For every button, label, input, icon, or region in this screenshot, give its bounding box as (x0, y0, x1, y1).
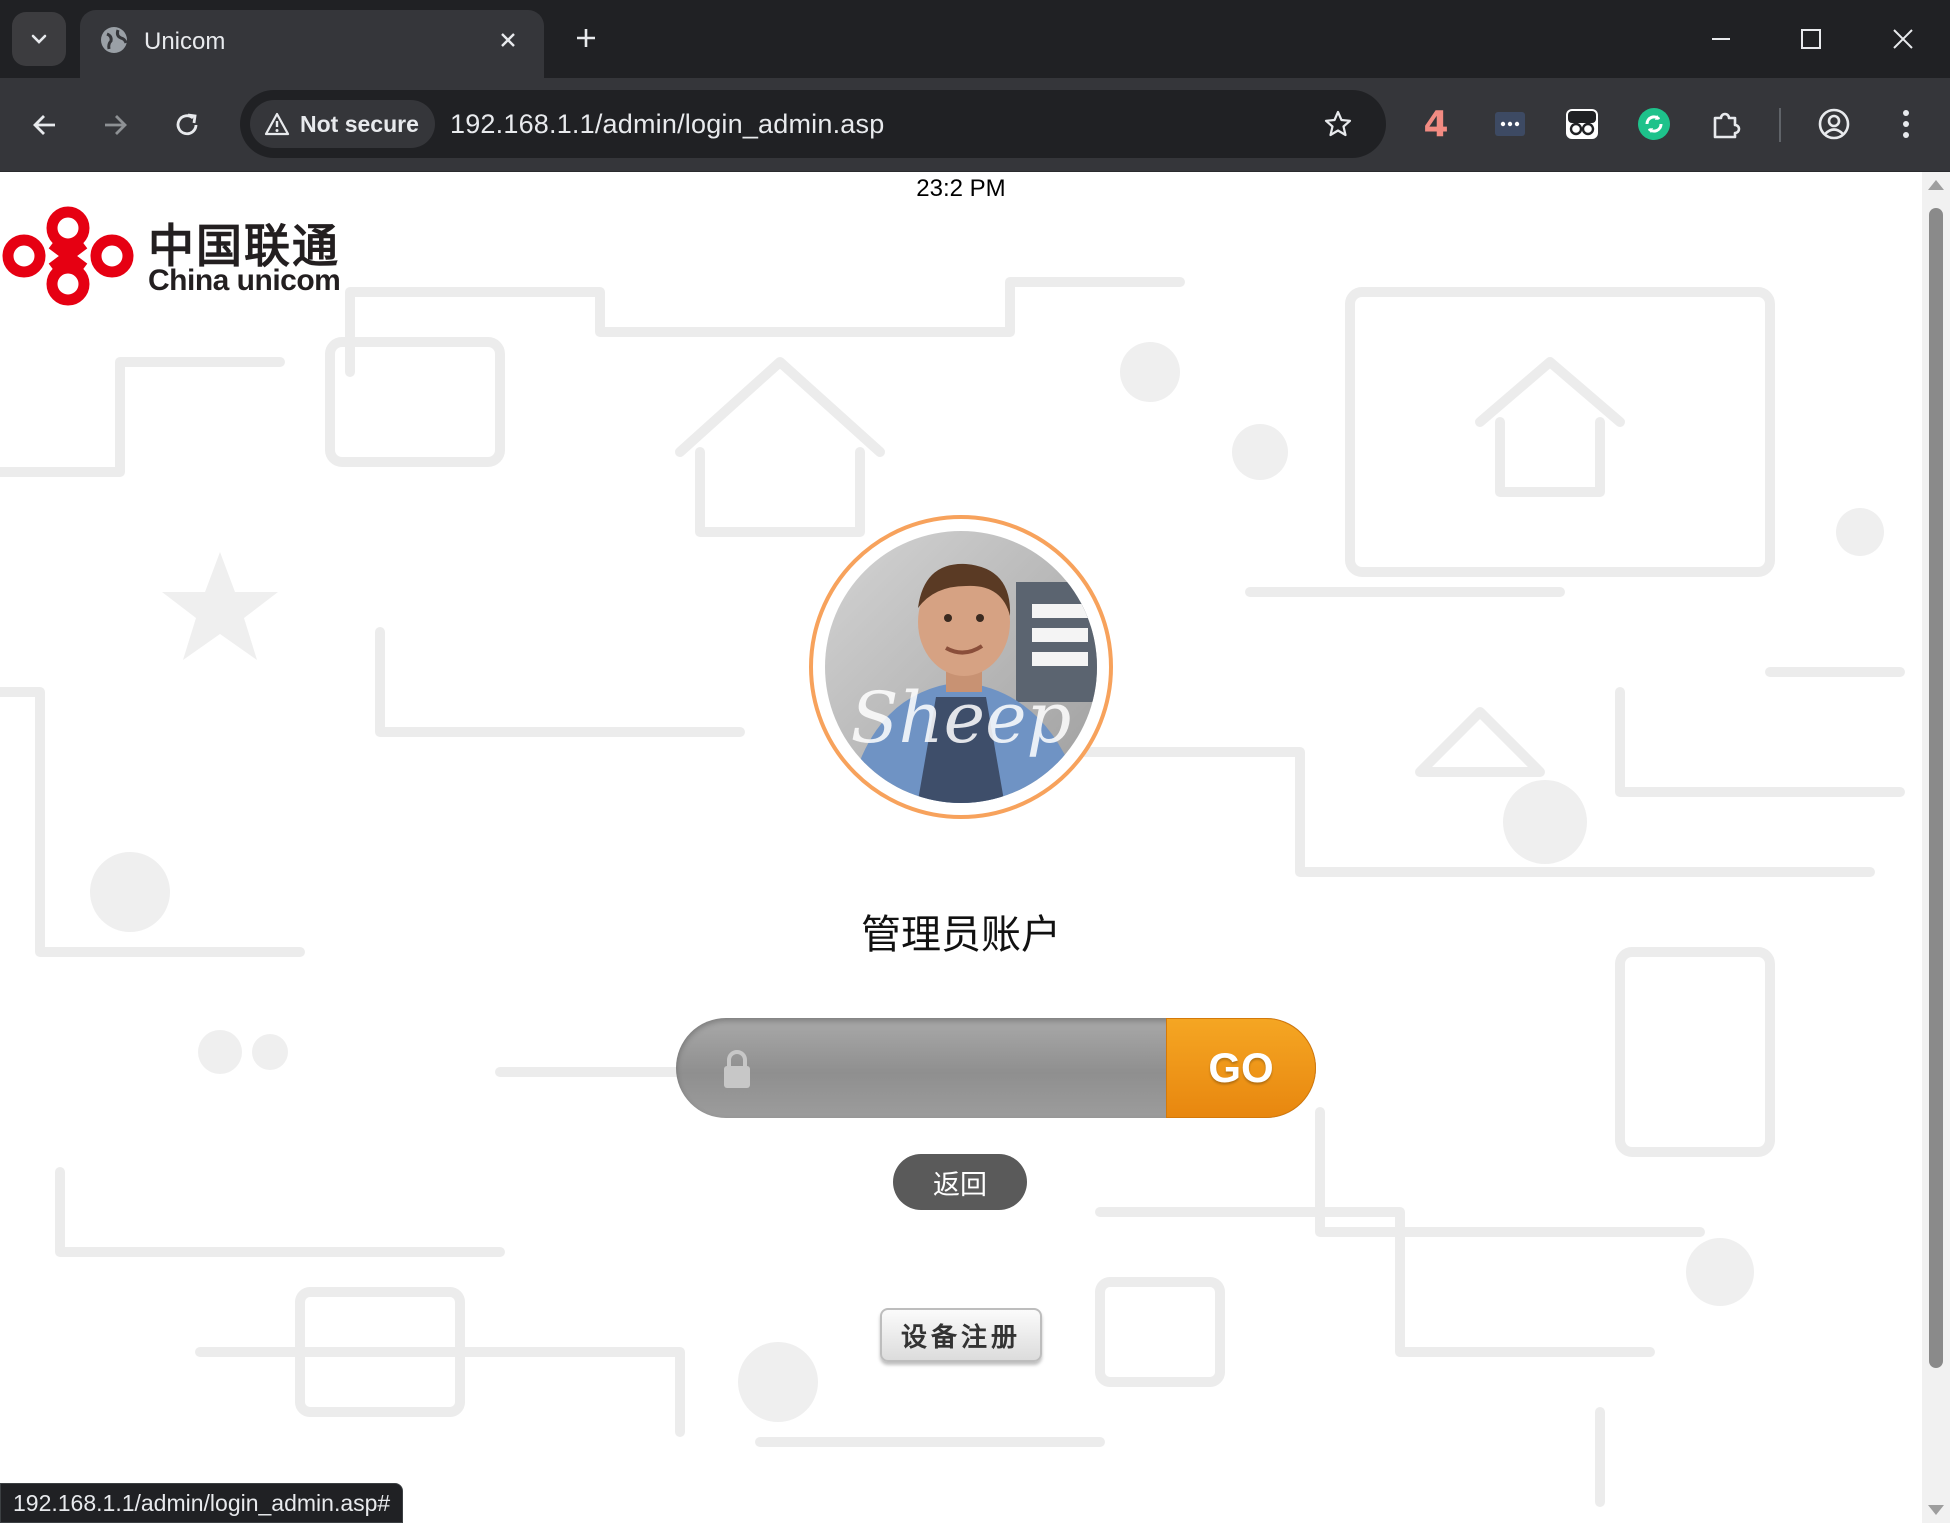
glasses-icon (1566, 109, 1598, 139)
security-label: Not secure (300, 110, 419, 137)
maximize-button[interactable] (1788, 16, 1834, 62)
password-input[interactable] (776, 1038, 1136, 1098)
active-tab[interactable]: Unicom (80, 10, 544, 78)
star-icon (1324, 110, 1352, 137)
go-button[interactable]: GO (1166, 1018, 1316, 1118)
logo-english-text: China unicom (148, 264, 341, 297)
reload-button[interactable] (164, 102, 210, 148)
arrow-right-icon (105, 115, 127, 135)
admin-avatar: Sheep (806, 512, 1116, 822)
link-status-bubble: 192.168.1.1/admin/login_admin.asp# (0, 1483, 404, 1523)
back-nav-button[interactable] (22, 102, 68, 148)
tab-title: Unicom (144, 28, 226, 55)
kebab-menu-icon (1903, 110, 1909, 138)
minimize-button[interactable] (1698, 16, 1744, 62)
new-tab-button[interactable] (566, 18, 606, 58)
tab-strip: Unicom (0, 0, 1950, 78)
scroll-up-arrow-icon[interactable] (1928, 180, 1944, 190)
maximize-icon (1801, 29, 1821, 49)
page-viewport: 23:2 PM 中国联通 China unicom Sheep 管理员账户 GO… (0, 172, 1922, 1523)
tab-close-button[interactable] (492, 24, 524, 56)
vertical-scrollbar[interactable] (1922, 172, 1950, 1523)
account-circle-icon (1818, 108, 1850, 140)
globe-icon (101, 27, 128, 53)
china-unicom-logo: 中国联通 China unicom (0, 204, 350, 314)
sync-icon (1638, 108, 1670, 140)
avatar-photo: Sheep (809, 515, 1113, 819)
security-indicator[interactable]: Not secure (250, 100, 435, 148)
browser-menu-button[interactable] (1882, 100, 1930, 148)
page-clock: 23:2 PM (916, 175, 1006, 202)
device-register-button[interactable]: 设备注册 (880, 1308, 1042, 1362)
avatar-watermark: Sheep (851, 677, 1072, 759)
profile-button[interactable] (1810, 100, 1858, 148)
scroll-thumb[interactable] (1929, 208, 1943, 1368)
extension-dots[interactable] (1486, 100, 1534, 148)
plus-icon (577, 29, 595, 47)
extensions-menu-button[interactable] (1702, 100, 1750, 148)
browser-toolbar: Not secure 192.168.1.1/admin/login_admin… (0, 78, 1950, 172)
reload-icon (176, 113, 198, 136)
ellipsis-box-icon (1495, 112, 1525, 136)
address-bar[interactable]: Not secure 192.168.1.1/admin/login_admin… (240, 90, 1386, 158)
toolbar-divider (1779, 108, 1781, 142)
close-icon (501, 33, 515, 47)
extension-glasses[interactable] (1558, 100, 1606, 148)
extension-badge: 4 (1423, 103, 1449, 145)
close-icon (1893, 29, 1913, 49)
bookmark-button[interactable] (1316, 102, 1360, 146)
tab-search-button[interactable] (12, 12, 66, 66)
extension-sync[interactable] (1630, 100, 1678, 148)
lock-icon (724, 1050, 750, 1088)
unicom-knot-icon (2, 206, 134, 306)
chevron-down-icon (31, 34, 47, 44)
minimize-icon (1712, 38, 1730, 40)
arrow-left-icon (33, 115, 55, 135)
warning-icon (264, 112, 290, 136)
puzzle-icon (1713, 112, 1741, 139)
url-text[interactable]: 192.168.1.1/admin/login_admin.asp (450, 109, 884, 140)
window-close-button[interactable] (1880, 16, 1926, 62)
back-button[interactable]: 返回 (893, 1154, 1027, 1210)
extension-counter[interactable]: 4 (1412, 100, 1460, 148)
scroll-down-arrow-icon[interactable] (1928, 1505, 1944, 1515)
account-title: 管理员账户 (861, 912, 1061, 958)
forward-nav-button[interactable] (92, 102, 138, 148)
